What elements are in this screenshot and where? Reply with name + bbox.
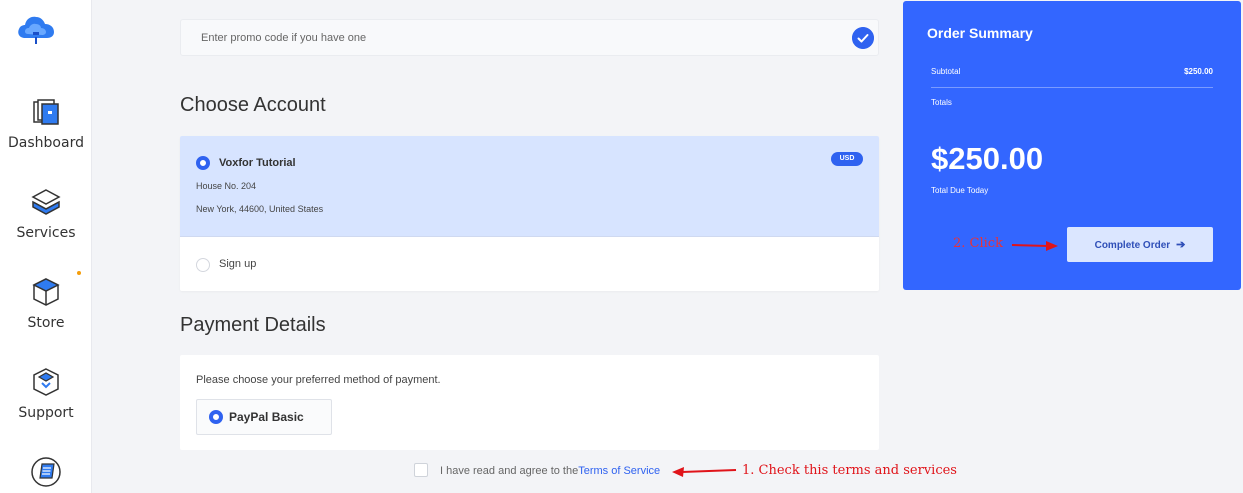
terms-text: I have read and agree to theTerms of Ser…: [440, 465, 660, 477]
sidebar-item-label: Services: [16, 225, 76, 241]
order-summary-title: Order Summary: [927, 25, 1033, 41]
notification-dot: [77, 271, 81, 275]
billing-icon: [31, 457, 61, 487]
total-amount: $250.00: [931, 141, 1044, 176]
complete-order-label: Complete Order: [1094, 240, 1171, 251]
account-option-selected[interactable]: Voxfor Tutorial House No. 204 New York, …: [180, 136, 879, 237]
sidebar-item-label: Support: [18, 405, 74, 421]
sidebar-item-label: Store: [27, 315, 65, 331]
sidebar-item-store[interactable]: Store: [0, 276, 92, 332]
store-icon: [32, 278, 60, 306]
terms-of-service-link[interactable]: Terms of Service: [578, 465, 660, 477]
annotation-arrow-2: [1011, 241, 1058, 251]
payment-method-label: PayPal Basic: [229, 410, 304, 424]
account-address-line1: House No. 204: [196, 181, 257, 191]
promo-code-bar: [180, 19, 879, 56]
arrow-right-icon: ➔: [1176, 239, 1186, 251]
sidebar-item-support[interactable]: Support: [0, 366, 92, 422]
paypal-radio[interactable]: [209, 410, 223, 424]
signup-label: Sign up: [219, 258, 257, 270]
support-icon: [33, 368, 59, 396]
payment-card: Please choose your preferred method of p…: [180, 355, 879, 450]
account-name: Voxfor Tutorial: [219, 157, 296, 169]
annotation-step-1: 1. Check this terms and services: [742, 463, 957, 478]
subtotal-label: Subtotal: [931, 67, 961, 76]
cloud-logo-icon[interactable]: [16, 12, 56, 46]
payment-details-title: Payment Details: [180, 314, 326, 336]
payment-instruction: Please choose your preferred method of p…: [196, 374, 441, 386]
check-icon[interactable]: [852, 27, 874, 49]
subtotal-value: $250.00: [1184, 67, 1213, 76]
signup-radio[interactable]: [196, 258, 210, 272]
sidebar-item-dashboard[interactable]: Dashboard: [0, 96, 92, 152]
account-list: Voxfor Tutorial House No. 204 New York, …: [180, 136, 879, 291]
currency-badge: USD: [831, 152, 863, 166]
payment-method-paypal[interactable]: PayPal Basic: [196, 399, 332, 435]
account-option-signup[interactable]: Sign up: [180, 237, 879, 291]
sidebar-item-services[interactable]: Services: [0, 186, 92, 242]
summary-divider: [931, 87, 1213, 88]
terms-prefix: I have read and agree to the: [440, 465, 579, 477]
account-address-line2: New York, 44600, United States: [196, 204, 324, 214]
promo-code-input[interactable]: [181, 20, 821, 55]
complete-order-button[interactable]: Complete Order ➔: [1067, 227, 1213, 262]
terms-checkbox[interactable]: [414, 463, 428, 477]
sidebar: Dashboard Services Store Support: [0, 0, 92, 493]
totals-label: Totals: [931, 98, 952, 107]
services-icon: [31, 189, 61, 215]
annotation-arrow-1: [672, 467, 737, 477]
choose-account-title: Choose Account: [180, 94, 326, 116]
sidebar-item-label: Dashboard: [8, 135, 84, 151]
total-due-label: Total Due Today: [931, 186, 989, 195]
account-radio-selected[interactable]: [196, 156, 210, 170]
dashboard-icon: [33, 99, 59, 125]
sidebar-item-billing[interactable]: [0, 456, 92, 493]
annotation-step-2: 2. Click: [953, 236, 1003, 251]
